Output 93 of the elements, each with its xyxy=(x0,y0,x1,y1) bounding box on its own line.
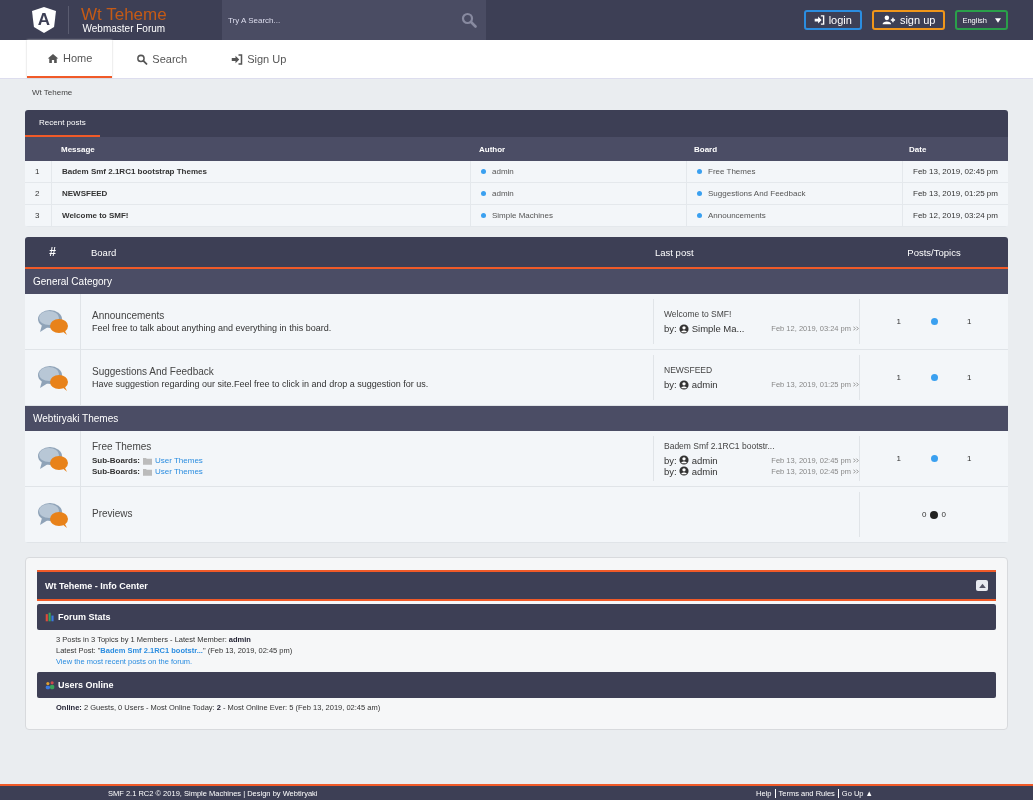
posts-count: 1 xyxy=(896,317,901,326)
user-icon xyxy=(678,466,689,476)
sign-up-button[interactable]: sign up xyxy=(871,10,946,30)
shield-logo[interactable]: A xyxy=(32,7,56,33)
search-field[interactable]: Try A Search... xyxy=(222,0,486,40)
date-cell: Feb 13, 2019, 02:45 pm xyxy=(902,161,1008,182)
breadcrumb-link[interactable]: Wt Teheme xyxy=(25,79,1008,110)
nav-tab[interactable]: Sign Up xyxy=(211,40,307,78)
search-icon xyxy=(461,12,477,28)
username-link[interactable]: admin xyxy=(691,465,744,477)
bullet-icon xyxy=(481,169,486,174)
message-link[interactable]: Badem Smf 2.1RC1 bootstrap Themes xyxy=(51,161,470,182)
users-icon xyxy=(45,680,55,690)
author-link[interactable]: Simple Machines xyxy=(492,211,553,220)
category-title[interactable]: General Category xyxy=(25,269,1008,294)
bullet-icon xyxy=(481,191,486,196)
home-icon xyxy=(47,52,59,64)
column-header: # xyxy=(48,245,57,259)
column-header: Last post xyxy=(655,246,695,258)
topics-count: 1 xyxy=(967,317,972,326)
message-link[interactable]: Welcome to SMF! xyxy=(51,205,470,226)
board-description: Feel free to talk about anything and everything in this board. xyxy=(92,323,333,333)
double-chevron-icon[interactable] xyxy=(853,457,859,463)
search-icon xyxy=(136,53,149,65)
row-number: 3 xyxy=(34,210,41,222)
posts-count: 1 xyxy=(896,373,901,382)
date-cell: Feb 12, 2019, 03:24 pm xyxy=(902,205,1008,226)
double-chevron-icon[interactable] xyxy=(853,382,859,387)
by-label: by: xyxy=(664,379,677,390)
board-title-link[interactable]: Suggestions And Feedback xyxy=(92,366,653,377)
bullet-icon xyxy=(697,191,702,196)
board-description: Have suggestion regarding our site.Feel free to click in and drop a suggestion for us. xyxy=(92,379,430,389)
board-link[interactable]: Free Themes xyxy=(708,167,756,176)
sign-in-icon xyxy=(231,53,244,65)
double-chevron-icon[interactable] xyxy=(853,468,859,474)
user-icon xyxy=(678,455,689,465)
board-link[interactable]: Suggestions And Feedback xyxy=(708,189,806,198)
last-post-link[interactable]: Badem Smf 2.1RC1 bootstr... xyxy=(664,440,859,451)
date-cell: Feb 13, 2019, 01:25 pm xyxy=(902,183,1008,204)
user-icon xyxy=(678,323,689,334)
topics-count: 1 xyxy=(967,373,972,382)
board-link[interactable]: Announcements xyxy=(708,211,766,220)
topics-count: 0 xyxy=(941,510,946,519)
board-title-link[interactable]: Previews xyxy=(92,508,654,519)
site-subtitle: Webmaster Forum xyxy=(82,23,166,34)
up-arrow-icon xyxy=(978,583,986,588)
author-link[interactable]: admin xyxy=(492,167,514,176)
username-link[interactable]: admin xyxy=(691,379,744,390)
column-header: Message xyxy=(60,143,96,156)
sub-boards-label: Sub-Boards: xyxy=(92,467,140,476)
bullet-icon xyxy=(697,169,702,174)
by-label: by: xyxy=(664,323,677,334)
nav-tab[interactable]: Search xyxy=(116,40,208,78)
posts-count: 1 xyxy=(896,454,901,463)
last-post-link[interactable]: NEWSFEED xyxy=(664,365,859,375)
collapse-button[interactable] xyxy=(976,580,988,591)
column-header: Board xyxy=(90,246,118,258)
speech-bubbles-icon xyxy=(36,363,69,392)
sign-in-icon xyxy=(813,15,825,25)
username-link[interactable]: Simple Ma... xyxy=(691,323,744,334)
board-title-link[interactable]: Announcements xyxy=(92,310,653,321)
section-title: Forum Stats xyxy=(58,612,111,622)
section-title: Users Online xyxy=(58,680,114,690)
column-header: Board xyxy=(693,143,719,156)
speech-bubbles-icon xyxy=(36,500,69,529)
last-post-link[interactable]: Welcome to SMF! xyxy=(664,309,859,319)
category-title[interactable]: Webtiryaki Themes xyxy=(25,406,1008,431)
by-label: by: xyxy=(664,465,677,477)
row-number: 1 xyxy=(34,166,41,178)
column-header: Author xyxy=(478,143,507,156)
bar-chart-icon xyxy=(45,612,55,622)
board-title-link[interactable]: Free Themes xyxy=(92,441,653,452)
bullet-icon xyxy=(481,213,486,218)
message-link[interactable]: NEWSFEED xyxy=(51,183,470,204)
bullet-icon xyxy=(697,213,702,218)
sub-boards-label: Sub-Boards: xyxy=(92,456,140,465)
user-icon xyxy=(678,379,689,390)
info-center-title: Wt Teheme - Info Center xyxy=(45,580,148,591)
topics-count: 1 xyxy=(967,454,972,463)
login-button[interactable]: login xyxy=(803,10,862,30)
posts-count: 0 xyxy=(922,510,927,519)
username-link[interactable]: admin xyxy=(691,454,744,466)
speech-bubbles-icon xyxy=(36,307,69,336)
row-number: 2 xyxy=(34,188,41,200)
dropdown-caret-icon xyxy=(995,17,1001,23)
author-link[interactable]: admin xyxy=(492,189,514,198)
speech-bubbles-icon xyxy=(36,444,69,473)
column-header: Posts/Topics xyxy=(906,246,962,258)
double-chevron-icon[interactable] xyxy=(853,326,859,331)
user-plus-icon xyxy=(881,15,896,25)
column-header: Date xyxy=(908,143,928,156)
by-label: by: xyxy=(664,454,677,466)
nav-tab[interactable]: Home xyxy=(27,40,113,78)
